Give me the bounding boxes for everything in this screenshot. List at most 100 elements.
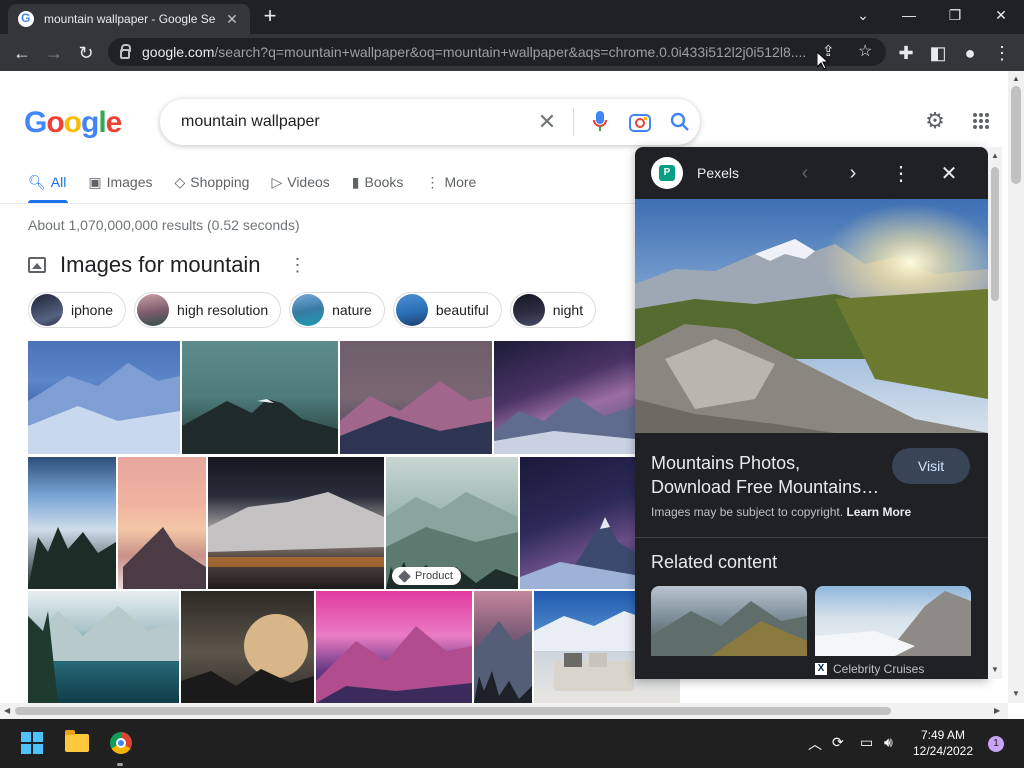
images-section-title[interactable]: Images for mountain [60, 252, 261, 278]
start-button[interactable] [16, 727, 48, 759]
reload-button[interactable]: ↻ [72, 39, 100, 67]
search-divider [573, 108, 574, 136]
chip-iphone[interactable]: iphone [28, 292, 127, 328]
chip-night[interactable]: night [509, 292, 597, 328]
new-tab-button[interactable]: + [259, 5, 281, 28]
close-window-button[interactable]: ✕ [978, 0, 1024, 30]
image-icon: ▣ [88, 173, 102, 190]
address-bar[interactable]: google.com/search?q=mountain+wallpaper&o… [108, 38, 886, 66]
image-result[interactable] [28, 341, 180, 454]
next-image-icon[interactable]: › [841, 161, 865, 185]
page-scrollbar-thumb[interactable] [1011, 86, 1021, 184]
google-doodle-logo[interactable]: Google [24, 106, 122, 140]
refinement-chips: iphone high resolution nature beautiful … [28, 292, 604, 328]
related-image[interactable] [815, 586, 971, 656]
scroll-down-icon[interactable]: ▼ [991, 665, 999, 674]
result-stats: About 1,070,000,000 results (0.52 second… [28, 217, 300, 233]
tab-books[interactable]: ▮ Books [352, 171, 404, 193]
windows-taskbar: ︿ ⟳ ▭ 🔊︎ 7:49 AM 12/24/2022 1 [0, 719, 1024, 768]
tab-all[interactable]: 🔍︎ All [28, 171, 66, 193]
pexels-logo-icon[interactable]: P [651, 157, 683, 189]
scroll-right-icon[interactable]: ▶ [994, 706, 1000, 715]
panel-scrollbar-thumb[interactable] [991, 167, 999, 301]
chip-nature[interactable]: nature [289, 292, 385, 328]
chip-high-resolution[interactable]: high resolution [134, 292, 282, 328]
minimize-button[interactable]: — [886, 0, 932, 30]
image-result[interactable] [182, 341, 338, 454]
file-explorer-button[interactable] [61, 727, 93, 759]
tab-title: mountain wallpaper - Google Se [44, 12, 216, 26]
page-horizontal-scrollbar[interactable]: ◀ ▶ [0, 703, 1008, 719]
search-icon: 🔍︎ [28, 173, 46, 190]
page-vertical-scrollbar[interactable]: ▲ ▼ [1008, 71, 1024, 703]
clear-search-icon[interactable]: ✕ [527, 102, 567, 142]
clock[interactable]: 7:49 AM 12/24/2022 [910, 727, 976, 759]
scroll-left-icon[interactable]: ◀ [4, 706, 10, 715]
side-panel-icon[interactable]: ◧ [924, 39, 952, 67]
image-result[interactable] [316, 591, 472, 703]
url-text[interactable]: google.com/search?q=mountain+wallpaper&o… [142, 44, 822, 60]
image-result[interactable] [474, 591, 532, 703]
horizontal-scrollbar-thumb[interactable] [15, 707, 891, 715]
image-result[interactable] [181, 591, 314, 703]
search-box[interactable]: mountain wallpaper ✕ [160, 99, 700, 145]
chrome-menu-icon[interactable]: ⋮ [988, 39, 1016, 67]
close-panel-icon[interactable]: ✕ [937, 161, 961, 185]
scroll-up-icon[interactable]: ▲ [991, 151, 999, 160]
browser-tab[interactable]: mountain wallpaper - Google Se ✕ [8, 4, 250, 34]
volume-icon[interactable]: 🔊︎ [884, 734, 893, 751]
apps-grid-icon[interactable] [969, 109, 993, 133]
sync-icon[interactable]: ⟳ [832, 734, 844, 751]
more-options-icon[interactable]: ⋮ [889, 161, 913, 185]
previous-image-icon[interactable]: ‹ [793, 161, 817, 185]
source-name[interactable]: Pexels [697, 165, 739, 181]
bookmark-star-icon[interactable]: ☆ [858, 41, 872, 61]
tab-images[interactable]: ▣ Images [88, 171, 152, 193]
image-result[interactable] [520, 457, 635, 589]
scroll-down-icon[interactable]: ▼ [1012, 689, 1020, 698]
more-vert-icon: ⋮ [425, 173, 440, 190]
preview-image[interactable] [635, 199, 988, 433]
image-result[interactable] [340, 341, 492, 454]
search-input[interactable]: mountain wallpaper [181, 113, 527, 131]
restore-button[interactable]: ❐ [932, 0, 978, 30]
related-source[interactable]: X Celebrity Cruises [815, 662, 924, 676]
image-result[interactable] [494, 341, 635, 454]
tab-shopping[interactable]: ◇ Shopping [175, 171, 250, 193]
forward-button[interactable]: → [40, 39, 68, 67]
lens-camera-icon[interactable] [620, 102, 660, 142]
scroll-up-icon[interactable]: ▲ [1012, 74, 1020, 83]
tab-close-icon[interactable]: ✕ [224, 11, 240, 28]
network-icon[interactable]: ▭ [860, 734, 873, 751]
related-image[interactable] [651, 586, 807, 656]
image-result[interactable]: Product [386, 457, 518, 589]
panel-divider [635, 537, 988, 538]
image-result[interactable] [28, 457, 116, 589]
learn-more-link[interactable]: Learn More [846, 505, 911, 519]
tab-search-chevron-icon[interactable]: ⌄ [840, 0, 886, 30]
back-button[interactable]: ← [8, 39, 36, 67]
related-content-heading: Related content [651, 552, 778, 572]
settings-gear-icon[interactable]: ⚙ [923, 108, 947, 133]
voice-search-icon[interactable] [580, 102, 620, 142]
lock-icon[interactable] [120, 44, 131, 59]
result-title[interactable]: Mountains Photos, Download Free Mountain… [651, 451, 891, 499]
extensions-icon[interactable]: ✚ [892, 39, 920, 67]
profile-avatar-icon[interactable]: ● [956, 39, 984, 67]
chrome-taskbar-button[interactable] [105, 727, 137, 759]
book-icon: ▮ [351, 173, 360, 190]
image-result[interactable] [28, 591, 179, 703]
panel-scrollbar[interactable]: ▲ ▼ [988, 147, 1002, 679]
image-result[interactable] [208, 457, 384, 589]
search-submit-icon[interactable] [660, 102, 700, 142]
chip-thumbnail [31, 294, 63, 326]
tab-videos[interactable]: ▷ Videos [271, 171, 329, 193]
chip-beautiful[interactable]: beautiful [392, 292, 502, 328]
notification-badge[interactable]: 1 [988, 736, 1004, 752]
show-hidden-icons-icon[interactable]: ︿ [808, 734, 822, 754]
copyright-notice: Images may be subject to copyright. Lear… [651, 505, 912, 519]
image-result[interactable] [118, 457, 206, 589]
visit-button[interactable]: Visit [892, 448, 970, 484]
tab-more[interactable]: ⋮ More [425, 171, 476, 193]
section-more-icon[interactable]: ⋮ [289, 255, 307, 276]
